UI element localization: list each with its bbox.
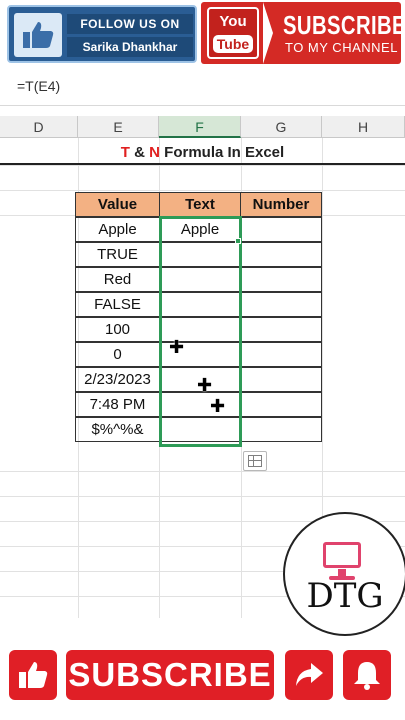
- follow-us-label: FOLLOW US ON: [67, 14, 193, 34]
- column-header-h[interactable]: H: [322, 116, 405, 138]
- bottom-subscribe-bar: SUBSCRIBE: [0, 636, 405, 720]
- title-n: N: [149, 144, 160, 161]
- column-header-f[interactable]: F: [159, 116, 241, 138]
- formula-bar[interactable]: =T(E4): [0, 68, 405, 106]
- value-cell[interactable]: 2/23/2023: [75, 367, 160, 392]
- value-cell[interactable]: $%^%&: [75, 417, 160, 442]
- column-header-row: D E F G H: [0, 116, 405, 138]
- value-cell[interactable]: 100: [75, 317, 160, 342]
- banner-subscribe-text: SUBSCRIBE: [283, 10, 405, 40]
- share-button[interactable]: [285, 650, 333, 700]
- grid-hline: [0, 190, 405, 191]
- banner-channel-text: TO MY CHANNEL: [285, 40, 398, 55]
- cell-cursor-icon: ✚: [197, 375, 213, 395]
- follow-us-banner[interactable]: FOLLOW US ON Sarika Dhankhar: [7, 5, 197, 63]
- monitor-stand: [338, 569, 346, 576]
- subscribe-button[interactable]: SUBSCRIBE: [66, 650, 274, 700]
- number-cell[interactable]: [240, 367, 322, 392]
- cell-cursor-icon: ✚: [210, 396, 226, 416]
- title-t: T: [120, 144, 130, 161]
- value-cell[interactable]: FALSE: [75, 292, 160, 317]
- header-text[interactable]: Text: [159, 192, 241, 217]
- bell-button[interactable]: [343, 650, 391, 700]
- number-cell[interactable]: [240, 242, 322, 267]
- column-header-d[interactable]: D: [0, 116, 78, 138]
- formula-text[interactable]: =T(E4): [17, 78, 60, 94]
- number-cell[interactable]: [240, 292, 322, 317]
- number-cell[interactable]: [240, 317, 322, 342]
- column-header-g[interactable]: G: [241, 116, 322, 138]
- title-row: T & N Formula In Excel: [0, 141, 405, 165]
- number-cell[interactable]: [240, 392, 322, 417]
- fill-handle[interactable]: [235, 238, 241, 244]
- quick-analysis-icon: [248, 455, 262, 467]
- selection-range[interactable]: [159, 216, 242, 447]
- column-header-e[interactable]: E: [78, 116, 159, 138]
- youtube-tube-text: Tube: [213, 35, 253, 53]
- top-banner: FOLLOW US ON Sarika Dhankhar You Tube SU…: [0, 0, 405, 68]
- dtg-logo: DTG: [283, 512, 405, 636]
- channel-owner-label: Sarika Dhankhar: [67, 37, 193, 57]
- sheet-title: T & N Formula In Excel: [0, 144, 405, 161]
- bell-icon: [354, 662, 380, 690]
- title-amp: &: [129, 144, 150, 161]
- banner-arrow-divider: [263, 2, 273, 64]
- thumbs-up-icon: [14, 13, 62, 57]
- like-button[interactable]: [9, 650, 57, 700]
- number-cell[interactable]: [240, 342, 322, 367]
- monitor-icon: [323, 542, 361, 568]
- header-number[interactable]: Number: [240, 192, 322, 217]
- value-cell[interactable]: Apple: [75, 217, 160, 242]
- cell-cursor-icon: ✚: [169, 337, 185, 357]
- youtube-logo-icon: You Tube: [207, 7, 259, 59]
- grid-hline: [0, 165, 405, 166]
- like-icon: [19, 662, 48, 688]
- value-cell[interactable]: 7:48 PM: [75, 392, 160, 417]
- title-rest: Formula In Excel: [159, 144, 285, 161]
- header-value[interactable]: Value: [75, 192, 160, 217]
- quick-analysis-button[interactable]: [243, 451, 267, 471]
- subscribe-channel-banner[interactable]: You Tube SUBSCRIBE TO MY CHANNEL: [201, 2, 405, 64]
- number-cell[interactable]: [240, 417, 322, 442]
- value-cell[interactable]: Red: [75, 267, 160, 292]
- grid-hline: [0, 471, 405, 472]
- number-cell[interactable]: [240, 267, 322, 292]
- grid-hline: [0, 496, 405, 497]
- subscribe-label: SUBSCRIBE: [68, 656, 272, 693]
- table-header-row: Value Text Number: [75, 192, 322, 217]
- youtube-you-text: You: [219, 13, 247, 30]
- share-icon: [296, 663, 323, 686]
- value-cell[interactable]: 0: [75, 342, 160, 367]
- dtg-logo-text: DTG: [306, 576, 384, 616]
- number-cell[interactable]: [240, 217, 322, 242]
- value-cell[interactable]: TRUE: [75, 242, 160, 267]
